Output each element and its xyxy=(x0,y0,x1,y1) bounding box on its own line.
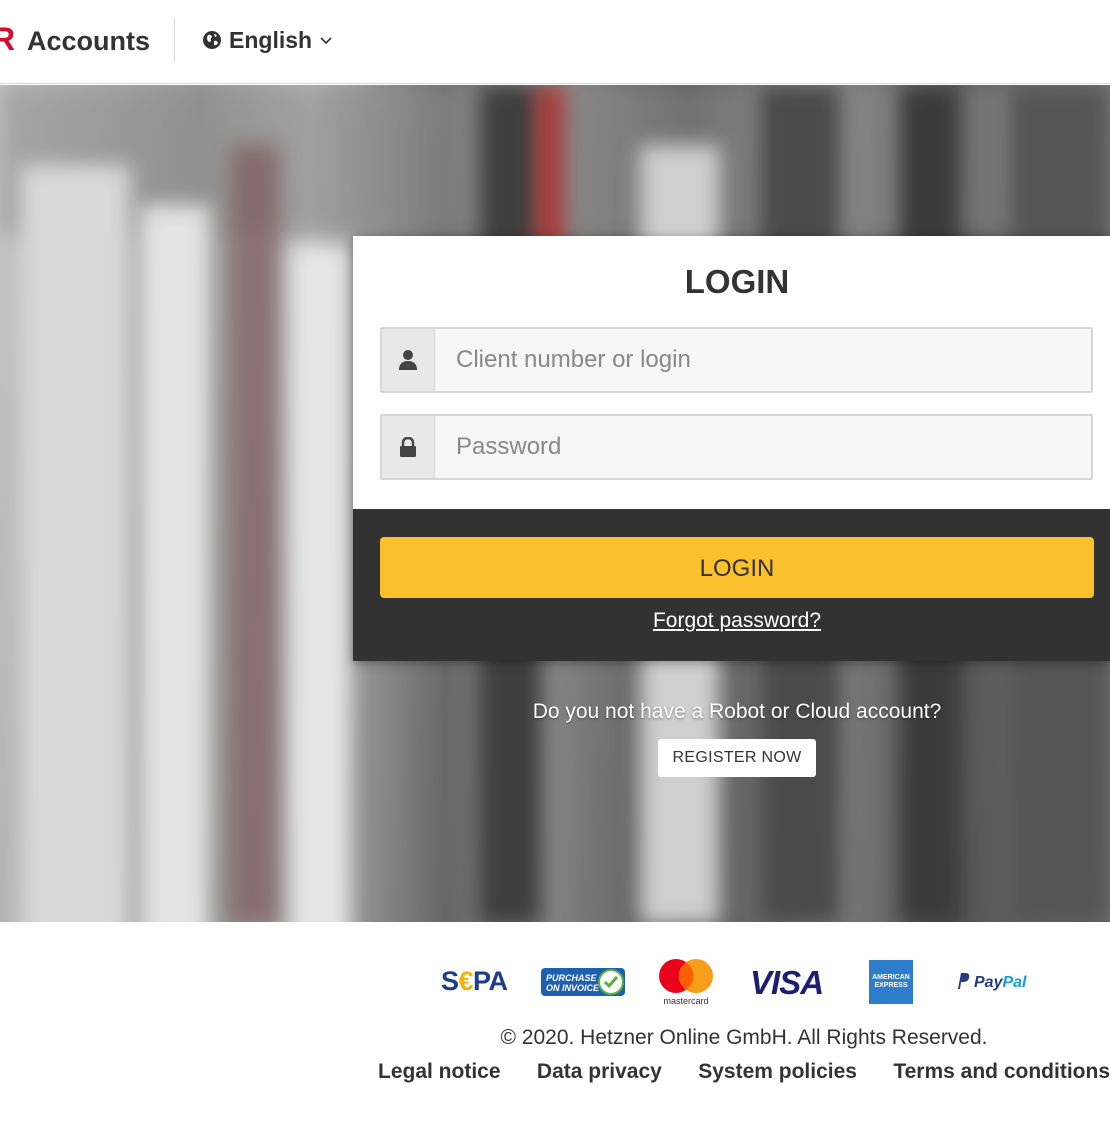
lock-icon xyxy=(400,437,416,457)
header-divider xyxy=(174,18,175,62)
password-input[interactable] xyxy=(436,416,1086,478)
logo[interactable]: R xyxy=(0,22,15,56)
register-prompt: Do you not have a Robot or Cloud account… xyxy=(532,700,942,723)
copyright-text: © 2020. Hetzner Online GmbH. All Rights … xyxy=(500,1026,988,1049)
language-selector[interactable]: English xyxy=(202,24,332,56)
login-card: LOGIN LOGIN Forgot password? xyxy=(353,236,1110,661)
username-addon xyxy=(382,329,435,391)
username-input[interactable] xyxy=(436,329,1086,391)
register-now-button[interactable]: REGISTER NOW xyxy=(658,739,816,777)
paypal-logo: PayPal xyxy=(956,972,1026,992)
login-form-top: LOGIN xyxy=(353,236,1110,509)
sepa-logo: S€PA xyxy=(441,966,508,996)
brand-title[interactable]: Accounts xyxy=(27,24,150,58)
data-privacy-link[interactable]: Data privacy xyxy=(537,1060,662,1084)
login-form-actions: LOGIN Forgot password? xyxy=(353,509,1110,661)
password-field[interactable] xyxy=(380,414,1093,480)
forgot-password-link[interactable]: Forgot password? xyxy=(353,609,1110,633)
password-addon xyxy=(382,416,435,478)
terms-and-conditions-link[interactable]: Terms and conditions xyxy=(893,1060,1110,1084)
globe-icon xyxy=(203,31,221,49)
payment-methods: S€PA PURCHASE ON INVOICE mastercard VISA… xyxy=(0,958,1110,1008)
amex-logo: AMERICAN EXPRESS xyxy=(869,960,913,1004)
top-header: R Accounts English xyxy=(0,0,1110,84)
legal-notice-link[interactable]: Legal notice xyxy=(378,1060,501,1084)
login-button[interactable]: LOGIN xyxy=(380,537,1094,598)
system-policies-link[interactable]: System policies xyxy=(698,1060,857,1084)
purchase-on-invoice-logo: PURCHASE ON INVOICE xyxy=(541,968,625,996)
footer-links: Legal notice Data privacy System policie… xyxy=(378,1060,1110,1084)
chevron-down-icon xyxy=(320,37,332,45)
visa-logo: VISA xyxy=(750,964,824,1001)
username-field[interactable] xyxy=(380,327,1093,393)
mastercard-logo: mastercard xyxy=(656,958,716,1008)
paypal-p-icon xyxy=(958,973,970,989)
user-icon xyxy=(399,350,417,370)
login-title: LOGIN xyxy=(684,263,790,300)
language-label: English xyxy=(229,26,313,53)
